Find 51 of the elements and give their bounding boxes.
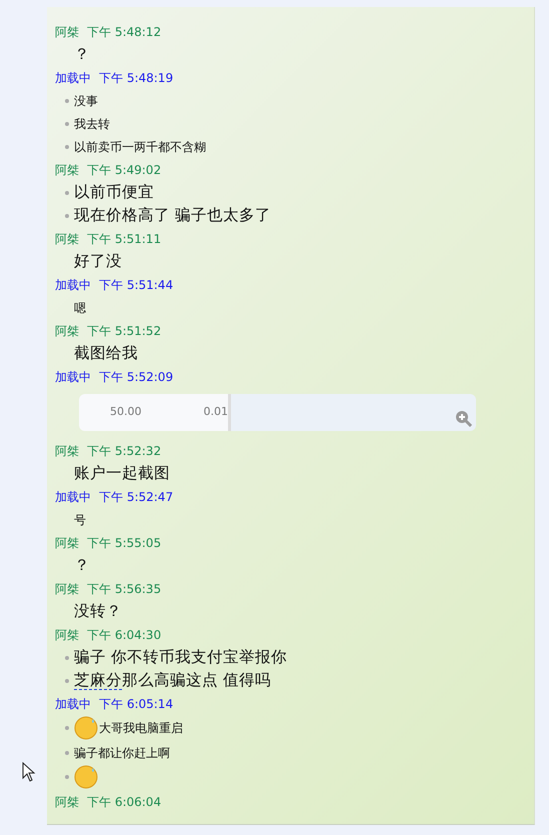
- message-time: 下午 6:05:14: [99, 696, 174, 712]
- mouse-cursor-icon: [22, 762, 36, 782]
- sender-name: 阿桀: [55, 534, 79, 552]
- message-text: 骗子 你不转币我支付宝举报你: [74, 646, 287, 668]
- emoji-icon: [74, 716, 98, 740]
- sender-name: 阿桀: [55, 442, 79, 460]
- sender-name: 阿桀: [55, 794, 79, 810]
- message-text: 好了没: [74, 250, 122, 272]
- message-time: 下午 5:48:12: [87, 24, 162, 40]
- emoji-icon: [74, 765, 98, 789]
- message-text: 没事: [74, 92, 98, 110]
- sender-name: 加载中: [55, 70, 91, 86]
- amount-text: 50.00: [110, 404, 142, 420]
- message-text: 大哥我电脑重启: [99, 720, 183, 737]
- message-time: 下午 6:04:30: [87, 626, 162, 644]
- message-text: 以前币便宜: [74, 182, 154, 203]
- message-text: ？: [74, 44, 90, 65]
- message-time: 下午 6:06:04: [87, 794, 162, 810]
- message-time: 下午 5:48:19: [99, 70, 174, 86]
- sender-name: 阿桀: [55, 24, 79, 40]
- zoom-in-icon[interactable]: [455, 410, 472, 427]
- message-text: 我去转: [74, 116, 110, 132]
- message-text: 现在价格高了 骗子也太多了: [74, 204, 271, 226]
- sender-name: 加载中: [55, 696, 91, 712]
- sender-name: 阿桀: [55, 626, 79, 644]
- message-time: 下午 5:49:02: [87, 162, 162, 178]
- message-text: 骗子都让你赶上啊: [74, 744, 170, 762]
- message-time: 下午 5:56:35: [87, 580, 162, 598]
- message-time: 下午 5:52:47: [99, 488, 174, 506]
- message-text: 以前卖币一两千都不含糊: [74, 138, 206, 156]
- message-text: 截图给我: [74, 342, 138, 364]
- message-text: 没转？: [74, 600, 122, 622]
- message-text: 芝麻分那么高骗这点 值得吗: [74, 670, 271, 692]
- message-time: 下午 5:51:52: [87, 322, 162, 340]
- sender-name: 加载中: [55, 488, 91, 506]
- sender-name: 阿桀: [55, 580, 79, 598]
- message-text: ？: [74, 554, 90, 576]
- sender-name: 阿桀: [55, 162, 79, 178]
- message-text: 嗯: [74, 300, 86, 316]
- message-time: 下午 5:52:32: [87, 442, 162, 460]
- sender-name: 加载中: [55, 368, 91, 386]
- message-text: 账户一起截图: [74, 462, 170, 484]
- sender-name: 阿桀: [55, 322, 79, 340]
- message-time: 下午 5:52:09: [99, 368, 174, 386]
- message-text: 号: [74, 512, 86, 528]
- message-time: 下午 5:51:11: [87, 230, 162, 248]
- message-time: 下午 5:55:05: [87, 534, 162, 552]
- sender-name: 加载中: [55, 276, 91, 294]
- fee-text: 0.01: [204, 404, 228, 420]
- sender-name: 阿桀: [55, 230, 79, 248]
- message-time: 下午 5:51:44: [99, 276, 174, 294]
